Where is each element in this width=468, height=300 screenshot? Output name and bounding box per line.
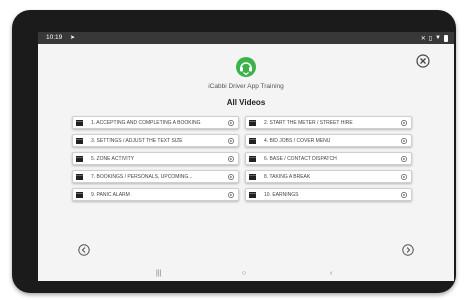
video-item-3[interactable]: 3. SETTINGS / ADJUST THE TEXT SIZE	[72, 134, 239, 147]
close-circle-icon[interactable]	[416, 54, 430, 68]
wifi-icon: ▼	[435, 35, 441, 41]
status-time: 10:19	[46, 34, 63, 41]
app-screen: 10:19 ➤ ✕ ▯ ▼ iCabbi Driver App Training…	[38, 32, 454, 281]
video-item-7[interactable]: 7. BOOKINGS / PERSONALS, UPCOMING...	[72, 170, 239, 183]
video-item-5[interactable]: 5. ZONE ACTIVITY	[72, 152, 239, 165]
play-circle-icon	[228, 156, 234, 162]
video-item-1[interactable]: 1. ACCEPTING AND COMPLETING A BOOKING	[72, 116, 239, 129]
clapperboard-icon	[249, 174, 256, 180]
tablet-frame: 10:19 ➤ ✕ ▯ ▼ iCabbi Driver App Training…	[12, 10, 456, 293]
send-icon: ➤	[70, 35, 76, 41]
play-circle-icon	[228, 174, 234, 180]
battery-icon	[444, 34, 448, 42]
bluetooth-off-icon: ✕	[420, 35, 426, 42]
video-label: 9. PANIC ALARM	[91, 192, 130, 198]
clapperboard-icon	[76, 138, 83, 144]
recents-button[interactable]: |||	[156, 270, 161, 277]
video-label: 6. BASE / CONTACT DISPATCH	[264, 156, 337, 162]
video-item-2[interactable]: 2. START THE METER / STREET HIRE	[245, 116, 412, 129]
play-circle-icon	[228, 192, 234, 198]
clapperboard-icon	[249, 138, 256, 144]
video-label: 4. BID JOBS / COVER MENU	[264, 138, 331, 144]
clapperboard-icon	[76, 174, 83, 180]
clapperboard-icon	[76, 156, 83, 162]
video-label: 3. SETTINGS / ADJUST THE TEXT SIZE	[91, 138, 183, 144]
icabbi-training-logo	[236, 57, 256, 77]
play-circle-icon	[228, 120, 234, 126]
play-circle-icon	[401, 156, 407, 162]
home-button[interactable]: ○	[242, 270, 246, 277]
play-circle-icon	[228, 138, 234, 144]
play-circle-icon	[401, 174, 407, 180]
video-item-4[interactable]: 4. BID JOBS / COVER MENU	[245, 134, 412, 147]
video-item-6[interactable]: 6. BASE / CONTACT DISPATCH	[245, 152, 412, 165]
video-label: 7. BOOKINGS / PERSONALS, UPCOMING...	[91, 174, 193, 180]
video-label: 2. START THE METER / STREET HIRE	[264, 120, 353, 126]
video-label: 1. ACCEPTING AND COMPLETING A BOOKING	[91, 120, 201, 126]
android-nav-bar: ||| ○ ‹	[38, 268, 454, 281]
back-button[interactable]: ‹	[330, 270, 332, 277]
video-item-10[interactable]: 10. EARNINGS	[245, 188, 412, 201]
play-circle-icon	[401, 192, 407, 198]
video-label: 10. EARNINGS	[264, 192, 299, 198]
video-label: 5. ZONE ACTIVITY	[91, 156, 135, 162]
status-bar: 10:19 ➤ ✕ ▯ ▼	[38, 32, 454, 44]
video-item-9[interactable]: 9. PANIC ALARM	[72, 188, 239, 201]
clapperboard-icon	[249, 156, 256, 162]
video-grid: 1. ACCEPTING AND COMPLETING A BOOKING 2.…	[72, 116, 412, 226]
vibrate-icon: ▯	[428, 35, 433, 42]
clapperboard-icon	[76, 120, 83, 126]
chevron-left-circle-icon[interactable]	[78, 244, 90, 256]
status-icons: ✕ ▯ ▼	[421, 33, 448, 43]
page-title: All Videos	[226, 98, 266, 107]
clapperboard-icon	[249, 192, 256, 198]
play-circle-icon	[401, 120, 407, 126]
chevron-right-circle-icon[interactable]	[402, 244, 414, 256]
clapperboard-icon	[249, 120, 256, 126]
video-item-8[interactable]: 8. TAKING A BREAK	[245, 170, 412, 183]
play-circle-icon	[401, 138, 407, 144]
video-label: 8. TAKING A BREAK	[264, 174, 311, 180]
app-subtitle: iCabbi Driver App Training	[208, 83, 284, 90]
clapperboard-icon	[76, 192, 83, 198]
